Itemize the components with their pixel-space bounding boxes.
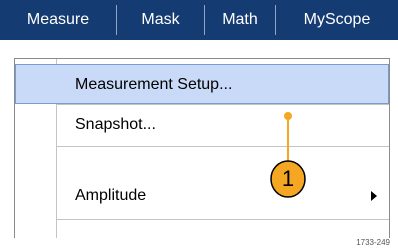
callout-number: 1 <box>281 166 295 191</box>
callout-overlay <box>270 112 306 198</box>
figure-id: 1733-249 <box>356 238 390 247</box>
callout-dot <box>284 112 292 120</box>
